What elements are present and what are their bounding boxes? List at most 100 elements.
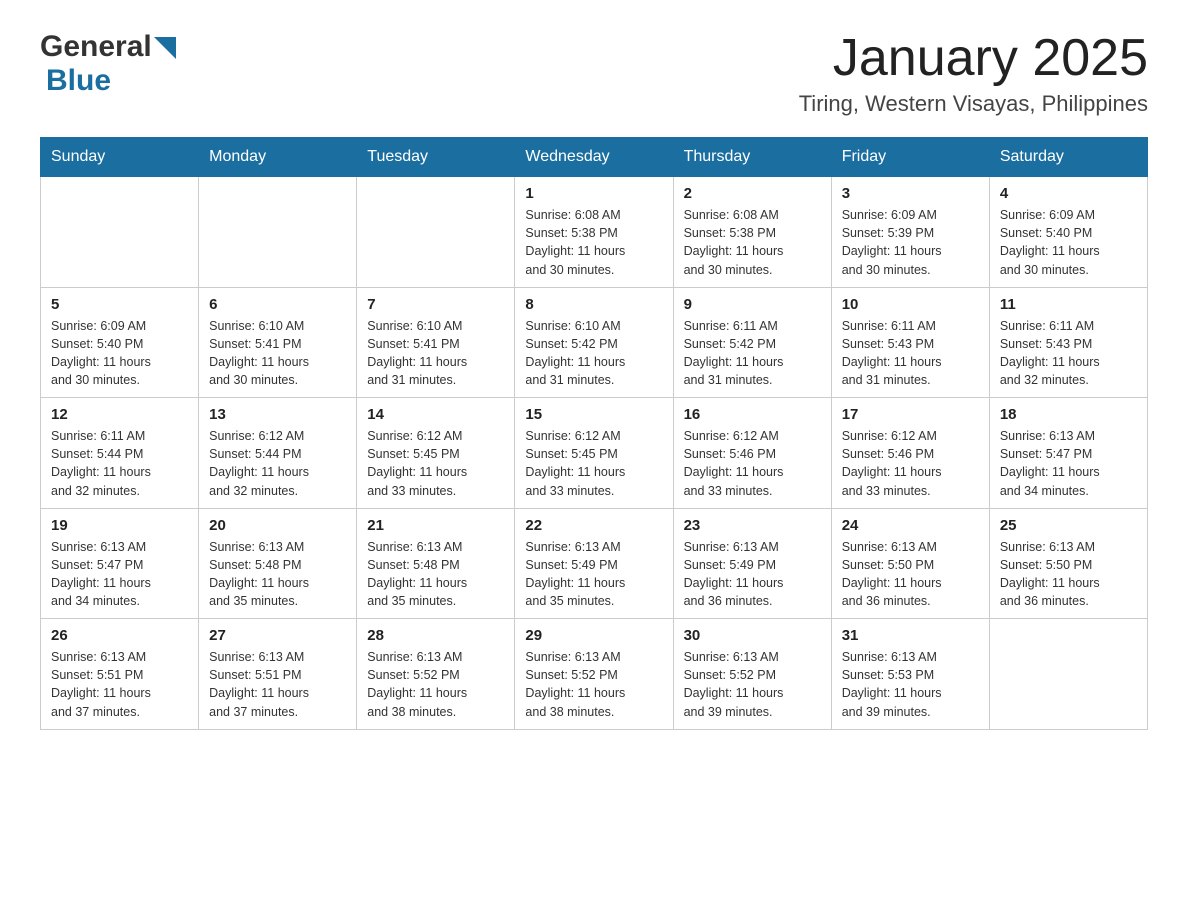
day-info: Sunrise: 6:10 AMSunset: 5:41 PMDaylight:… xyxy=(209,317,346,390)
calendar-week-row: 5 Sunrise: 6:09 AMSunset: 5:40 PMDaylight… xyxy=(41,287,1148,398)
calendar-cell: 13Sunrise: 6:12 AMSunset: 5:44 PMDayligh… xyxy=(199,398,357,509)
calendar-day-header: Wednesday xyxy=(515,138,673,177)
calendar-cell: 22 Sunrise: 6:13 AMSunset: 5:49 PMDayligh… xyxy=(515,508,673,619)
calendar-header-row: SundayMondayTuesdayWednesdayThursdayFrid… xyxy=(41,138,1148,177)
calendar-cell: 30Sunrise: 6:13 AMSunset: 5:52 PMDayligh… xyxy=(673,619,831,730)
day-info: Sunrise: 6:11 AMSunset: 5:43 PMDaylight:… xyxy=(1000,317,1137,390)
calendar-cell: 14 Sunrise: 6:12 AMSunset: 5:45 PMDayligh… xyxy=(357,398,515,509)
day-number: 29 xyxy=(525,627,662,644)
day-number: 14 xyxy=(367,406,504,423)
calendar-day-header: Sunday xyxy=(41,138,199,177)
calendar-cell: 17 Sunrise: 6:12 AMSunset: 5:46 PMDayligh… xyxy=(831,398,989,509)
day-info: Sunrise: 6:13 AMSunset: 5:52 PMDaylight:… xyxy=(367,648,504,721)
day-info: Sunrise: 6:13 AMSunset: 5:53 PMDaylight:… xyxy=(842,648,979,721)
day-info: Sunrise: 6:08 AMSunset: 5:38 PMDaylight:… xyxy=(684,206,821,279)
day-info: Sunrise: 6:13 AMSunset: 5:51 PMDaylight:… xyxy=(209,648,346,721)
calendar-day-header: Monday xyxy=(199,138,357,177)
calendar-cell: 7Sunrise: 6:10 AMSunset: 5:41 PMDaylight… xyxy=(357,287,515,398)
day-info: Sunrise: 6:12 AMSunset: 5:45 PMDaylight:… xyxy=(525,427,662,500)
calendar-cell: 21Sunrise: 6:13 AMSunset: 5:48 PMDayligh… xyxy=(357,508,515,619)
calendar-cell: 1Sunrise: 6:08 AMSunset: 5:38 PMDaylight… xyxy=(515,177,673,288)
calendar-cell: 27 Sunrise: 6:13 AMSunset: 5:51 PMDayligh… xyxy=(199,619,357,730)
calendar-day-header: Saturday xyxy=(989,138,1147,177)
day-info: Sunrise: 6:10 AMSunset: 5:42 PMDaylight:… xyxy=(525,317,662,390)
day-number: 15 xyxy=(525,406,662,423)
day-info: Sunrise: 6:13 AMSunset: 5:48 PMDaylight:… xyxy=(209,538,346,611)
calendar-cell: 23 Sunrise: 6:13 AMSunset: 5:49 PMDayligh… xyxy=(673,508,831,619)
day-info: Sunrise: 6:12 AMSunset: 5:46 PMDaylight:… xyxy=(842,427,979,500)
calendar-week-row: 12 Sunrise: 6:11 AMSunset: 5:44 PMDayligh… xyxy=(41,398,1148,509)
calendar-cell: 28 Sunrise: 6:13 AMSunset: 5:52 PMDayligh… xyxy=(357,619,515,730)
day-info: Sunrise: 6:12 AMSunset: 5:46 PMDaylight:… xyxy=(684,427,821,500)
day-number: 20 xyxy=(209,517,346,534)
day-info: Sunrise: 6:13 AMSunset: 5:48 PMDaylight:… xyxy=(367,538,504,611)
calendar-cell xyxy=(41,177,199,288)
day-number: 8 xyxy=(525,296,662,313)
logo: General Blue xyxy=(40,30,176,98)
day-info: Sunrise: 6:13 AMSunset: 5:52 PMDaylight:… xyxy=(525,648,662,721)
day-number: 13 xyxy=(209,406,346,423)
day-number: 18 xyxy=(1000,406,1137,423)
calendar-cell: 19Sunrise: 6:13 AMSunset: 5:47 PMDayligh… xyxy=(41,508,199,619)
day-number: 1 xyxy=(525,185,662,202)
location-subtitle: Tiring, Western Visayas, Philippines xyxy=(799,91,1148,117)
calendar-cell: 25 Sunrise: 6:13 AMSunset: 5:50 PMDayligh… xyxy=(989,508,1147,619)
day-info: Sunrise: 6:13 AMSunset: 5:51 PMDaylight:… xyxy=(51,648,188,721)
day-number: 4 xyxy=(1000,185,1137,202)
day-number: 23 xyxy=(684,517,821,534)
calendar-cell xyxy=(989,619,1147,730)
day-number: 12 xyxy=(51,406,188,423)
day-info: Sunrise: 6:12 AMSunset: 5:45 PMDaylight:… xyxy=(367,427,504,500)
calendar-cell: 2 Sunrise: 6:08 AMSunset: 5:38 PMDaylight… xyxy=(673,177,831,288)
day-number: 16 xyxy=(684,406,821,423)
calendar-cell: 6 Sunrise: 6:10 AMSunset: 5:41 PMDaylight… xyxy=(199,287,357,398)
day-info: Sunrise: 6:11 AMSunset: 5:42 PMDaylight:… xyxy=(684,317,821,390)
day-info: Sunrise: 6:11 AMSunset: 5:44 PMDaylight:… xyxy=(51,427,188,500)
day-info: Sunrise: 6:13 AMSunset: 5:49 PMDaylight:… xyxy=(525,538,662,611)
day-number: 11 xyxy=(1000,296,1137,313)
day-number: 2 xyxy=(684,185,821,202)
calendar-cell: 4Sunrise: 6:09 AMSunset: 5:40 PMDaylight… xyxy=(989,177,1147,288)
title-block: January 2025 Tiring, Western Visayas, Ph… xyxy=(799,30,1148,117)
calendar-cell xyxy=(357,177,515,288)
logo-general-text: General xyxy=(40,30,152,64)
day-info: Sunrise: 6:11 AMSunset: 5:43 PMDaylight:… xyxy=(842,317,979,390)
day-info: Sunrise: 6:09 AMSunset: 5:40 PMDaylight:… xyxy=(51,317,188,390)
day-number: 27 xyxy=(209,627,346,644)
month-title: January 2025 xyxy=(799,30,1148,87)
day-number: 7 xyxy=(367,296,504,313)
calendar-cell: 11 Sunrise: 6:11 AMSunset: 5:43 PMDayligh… xyxy=(989,287,1147,398)
day-info: Sunrise: 6:13 AMSunset: 5:49 PMDaylight:… xyxy=(684,538,821,611)
page-header: General Blue January 2025 Tiring, Wester… xyxy=(40,30,1148,117)
calendar-day-header: Friday xyxy=(831,138,989,177)
calendar-cell: 5 Sunrise: 6:09 AMSunset: 5:40 PMDaylight… xyxy=(41,287,199,398)
calendar-day-header: Tuesday xyxy=(357,138,515,177)
logo-arrow-icon xyxy=(154,37,176,59)
calendar-cell: 24 Sunrise: 6:13 AMSunset: 5:50 PMDayligh… xyxy=(831,508,989,619)
day-number: 3 xyxy=(842,185,979,202)
calendar-cell: 18 Sunrise: 6:13 AMSunset: 5:47 PMDayligh… xyxy=(989,398,1147,509)
calendar-cell: 31Sunrise: 6:13 AMSunset: 5:53 PMDayligh… xyxy=(831,619,989,730)
calendar-cell: 16 Sunrise: 6:12 AMSunset: 5:46 PMDayligh… xyxy=(673,398,831,509)
calendar-cell: 29 Sunrise: 6:13 AMSunset: 5:52 PMDayligh… xyxy=(515,619,673,730)
day-number: 25 xyxy=(1000,517,1137,534)
calendar-cell: 8 Sunrise: 6:10 AMSunset: 5:42 PMDaylight… xyxy=(515,287,673,398)
calendar-week-row: 1 Sunrise: 6:08 AMSunset: 5:38 PMDaylight… xyxy=(41,177,1148,288)
calendar-week-row: 19Sunrise: 6:13 AMSunset: 5:47 PMDayligh… xyxy=(41,508,1148,619)
calendar-cell: 15 Sunrise: 6:12 AMSunset: 5:45 PMDayligh… xyxy=(515,398,673,509)
day-number: 5 xyxy=(51,296,188,313)
day-number: 28 xyxy=(367,627,504,644)
day-number: 19 xyxy=(51,517,188,534)
day-number: 24 xyxy=(842,517,979,534)
day-info: Sunrise: 6:13 AMSunset: 5:50 PMDaylight:… xyxy=(1000,538,1137,611)
day-info: Sunrise: 6:13 AMSunset: 5:50 PMDaylight:… xyxy=(842,538,979,611)
calendar-cell xyxy=(199,177,357,288)
day-number: 10 xyxy=(842,296,979,313)
day-number: 17 xyxy=(842,406,979,423)
day-number: 6 xyxy=(209,296,346,313)
calendar-table: SundayMondayTuesdayWednesdayThursdayFrid… xyxy=(40,137,1148,730)
day-number: 22 xyxy=(525,517,662,534)
day-info: Sunrise: 6:13 AMSunset: 5:47 PMDaylight:… xyxy=(1000,427,1137,500)
calendar-day-header: Thursday xyxy=(673,138,831,177)
calendar-cell: 3Sunrise: 6:09 AMSunset: 5:39 PMDaylight… xyxy=(831,177,989,288)
